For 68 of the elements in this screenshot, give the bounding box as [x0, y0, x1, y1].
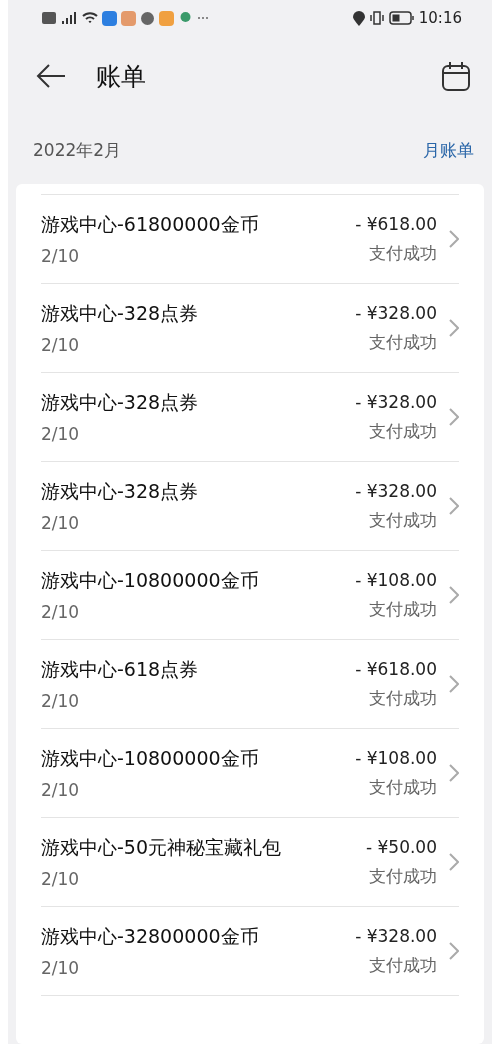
chevron-icon: [449, 230, 459, 248]
bill-status: 支付成功: [369, 597, 437, 621]
signal-icon: [60, 11, 78, 25]
calendar-button[interactable]: [442, 61, 470, 91]
bill-title: 游戏中心-50元神秘宝藏礼包: [41, 835, 283, 860]
bill-date: 2/10: [41, 246, 81, 266]
more-icon: [197, 16, 209, 20]
bill-row[interactable]: 游戏中心-61800000金币 2/10 - ¥618.00 支付成功: [41, 194, 459, 283]
chevron-icon: [449, 764, 459, 782]
bill-title: 游戏中心-10800000金币: [41, 746, 260, 771]
bill-date: 2/10: [41, 869, 81, 889]
chevron-icon: [449, 586, 459, 604]
bill-amount: - ¥618.00: [355, 213, 437, 234]
bill-date: 2/10: [41, 335, 81, 355]
bill-amount: - ¥50.00: [365, 836, 437, 857]
back-button[interactable]: [36, 63, 66, 89]
battery-icon: [388, 11, 415, 25]
bill-row[interactable]: 游戏中心-32800000金币 2/10 - ¥328.00 支付成功: [41, 906, 459, 995]
chevron-icon: [449, 408, 459, 426]
bill-status: 支付成功: [369, 330, 437, 354]
bill-date: 2/10: [41, 780, 81, 800]
bill-amount: - ¥108.00: [355, 747, 437, 768]
bill-title: 游戏中心-328点券: [41, 479, 200, 504]
bill-status: 支付成功: [369, 953, 437, 977]
bill-status: 支付成功: [369, 241, 437, 265]
chevron-icon: [449, 942, 459, 960]
bill-status: 支付成功: [369, 864, 437, 888]
app-icon: [102, 10, 117, 26]
bill-row[interactable]: 游戏中心-328点券 2/10 - ¥328.00 支付成功: [41, 283, 459, 372]
bill-row[interactable]: 游戏中心-328点券 2/10 - ¥328.00 支付成功: [41, 461, 459, 550]
vibrate-icon: [368, 11, 385, 25]
bill-title: 游戏中心-61800000金币: [41, 212, 260, 237]
bill-amount: - ¥618.00: [355, 658, 437, 679]
bill-title: 游戏中心-618点券: [41, 657, 200, 682]
app-icon: [140, 10, 155, 26]
bill-date: 2/10: [41, 691, 81, 711]
bill-date: 2/10: [41, 513, 81, 533]
chevron-icon: [449, 497, 459, 515]
bill-title: 游戏中心-328点券: [41, 390, 200, 415]
period-label: 2022年2月: [33, 138, 122, 162]
chevron-icon: [449, 319, 459, 337]
chevron-icon: [449, 675, 459, 693]
bill-status: 支付成功: [369, 508, 437, 532]
bill-title: 游戏中心-32800000金币: [41, 924, 260, 949]
location-icon: [352, 10, 365, 26]
bill-status: 支付成功: [369, 775, 437, 799]
bill-amount: - ¥108.00: [355, 569, 437, 590]
bill-row[interactable]: 游戏中心-328点券 2/10 - ¥328.00 支付成功: [41, 372, 459, 461]
bill-row[interactable]: 游戏中心-50元神秘宝藏礼包 2/10 - ¥50.00 支付成功: [41, 817, 459, 906]
wifi-icon: [82, 11, 98, 25]
bill-row[interactable]: 游戏中心-10800000金币 2/10 - ¥108.00 支付成功: [41, 728, 459, 817]
bill-amount: - ¥328.00: [355, 480, 437, 501]
page-title: 账单: [96, 60, 147, 93]
bill-title: 游戏中心-328点券: [41, 301, 200, 326]
bill-row[interactable]: 游戏中心-618点券 2/10 - ¥618.00 支付成功: [41, 639, 459, 728]
bill-amount: - ¥328.00: [355, 925, 437, 946]
bill-date: 2/10: [41, 958, 81, 978]
bill-status: 支付成功: [369, 686, 437, 710]
bill-amount: - ¥328.00: [355, 391, 437, 412]
bill-date: 2/10: [41, 602, 81, 622]
monthly-bill-link[interactable]: 月账单: [423, 138, 474, 162]
status-time: 10:16: [418, 9, 462, 27]
bill-row[interactable]: 游戏中心-10800000金币 2/10 - ¥108.00 支付成功: [41, 550, 459, 639]
chevron-icon: [449, 853, 459, 871]
bill-date: 2/10: [41, 424, 81, 444]
bill-status: 支付成功: [369, 419, 437, 443]
bill-amount: - ¥328.00: [355, 302, 437, 323]
bill-title: 游戏中心-10800000金币: [41, 568, 260, 593]
